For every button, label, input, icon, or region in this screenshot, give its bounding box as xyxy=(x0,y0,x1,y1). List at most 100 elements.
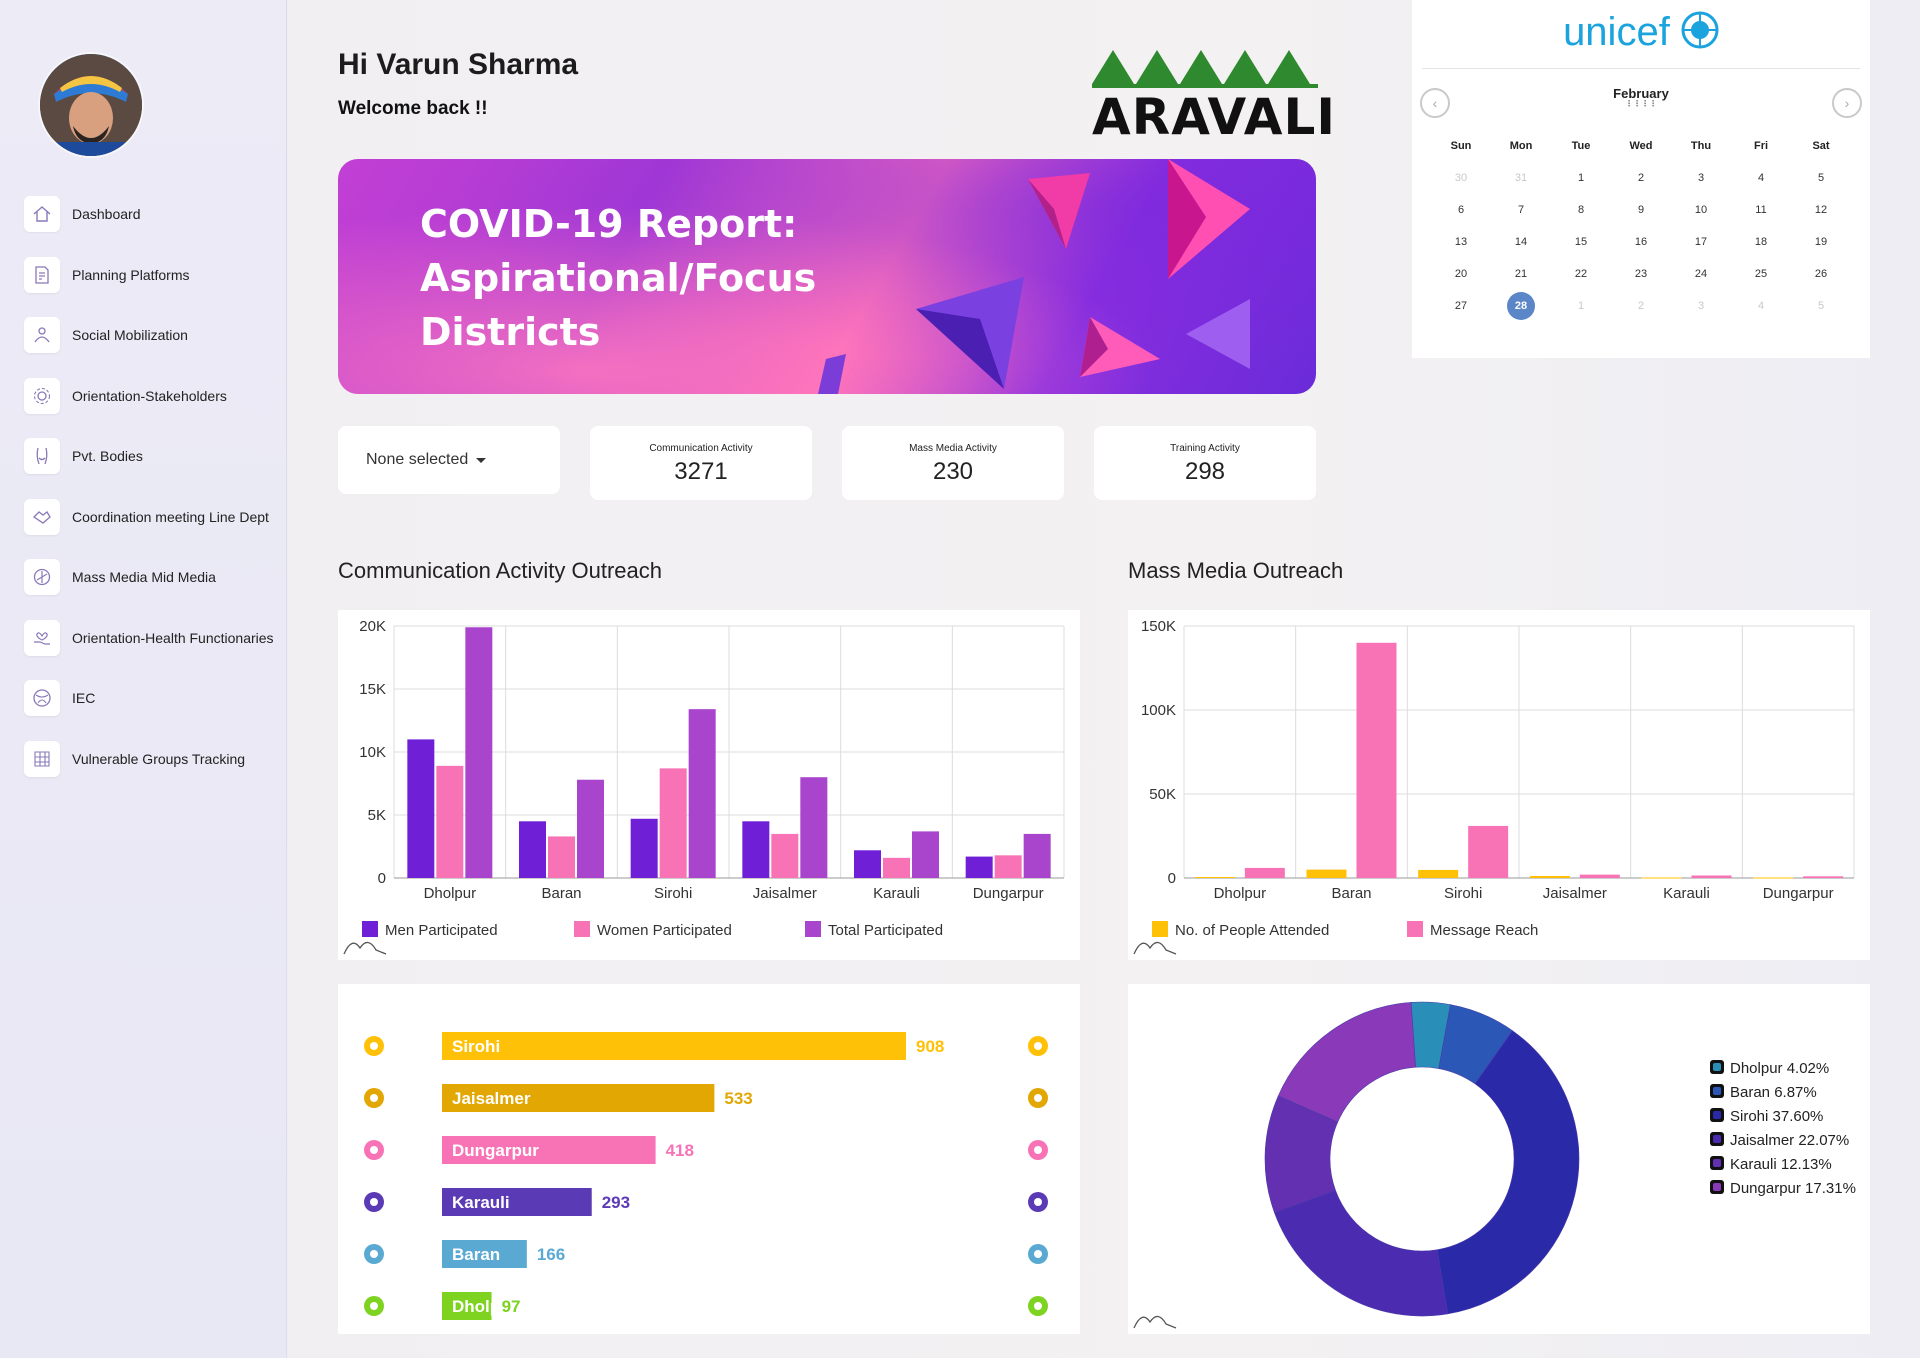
calendar-day[interactable]: 14 xyxy=(1491,236,1551,248)
bar-no-of-people-attended[interactable] xyxy=(1306,869,1347,878)
legend-item[interactable]: Baran 6.87% xyxy=(1710,1084,1817,1101)
bar-total-participated[interactable] xyxy=(1023,833,1051,878)
sidebar-item-vulnerable-groups-tracking[interactable]: Vulnerable Groups Tracking xyxy=(24,740,284,777)
calendar-day[interactable]: 7 xyxy=(1491,204,1551,216)
calendar-day[interactable]: 27 xyxy=(1431,300,1491,312)
calendar-day[interactable]: 12 xyxy=(1791,204,1851,216)
calendar-day[interactable]: 24 xyxy=(1671,268,1731,280)
calendar-day[interactable]: 1 xyxy=(1551,300,1611,312)
calendar-day[interactable]: 18 xyxy=(1731,236,1791,248)
legend-item[interactable]: Dholpur 4.02% xyxy=(1710,1060,1829,1077)
avatar[interactable] xyxy=(38,52,144,158)
bar-message-reach[interactable] xyxy=(1579,874,1620,878)
calendar-day[interactable]: 4 xyxy=(1731,300,1791,312)
unicef-globe-icon xyxy=(1681,11,1719,49)
calendar-day[interactable]: 31 xyxy=(1491,172,1551,184)
calendar-day[interactable]: 22 xyxy=(1551,268,1611,280)
bar-women-participated[interactable] xyxy=(883,857,910,878)
bar-women-participated[interactable] xyxy=(659,768,687,878)
bullet-icon-center xyxy=(1034,1146,1042,1154)
legend-item[interactable]: Dungarpur 17.31% xyxy=(1710,1180,1856,1197)
legend-item[interactable]: Women Participated xyxy=(574,921,732,939)
donut-slice[interactable] xyxy=(1277,1002,1416,1123)
calendar-day[interactable]: 3 xyxy=(1671,172,1731,184)
sidebar-item-label: Coordination meeting Line Dept xyxy=(72,508,269,525)
bar-no-of-people-attended[interactable] xyxy=(1529,875,1570,878)
calendar-day[interactable]: 26 xyxy=(1791,268,1851,280)
calendar-day[interactable]: 23 xyxy=(1611,268,1671,280)
bar-message-reach[interactable] xyxy=(1356,642,1397,878)
bar-total-participated[interactable] xyxy=(688,709,716,878)
bar-men-participated[interactable] xyxy=(407,739,435,878)
sidebar-item-pvt-bodies[interactable]: Pvt. Bodies xyxy=(24,438,284,474)
sidebar-item-social-mobilization[interactable]: Social Mobilization xyxy=(24,317,284,353)
legend-item[interactable]: Jaisalmer 22.07% xyxy=(1710,1132,1849,1149)
document-edit-icon xyxy=(24,256,60,293)
calendar-day[interactable]: 6 xyxy=(1431,204,1491,216)
calendar-day[interactable]: 10 xyxy=(1671,204,1731,216)
donut-slice[interactable] xyxy=(1274,1190,1449,1317)
calendar-day[interactable]: 5 xyxy=(1791,172,1851,184)
report-banner[interactable]: COVID-19 Report: Aspirational/Focus Dist… xyxy=(338,159,1316,394)
bar-men-participated[interactable] xyxy=(965,856,993,878)
calendar-day[interactable]: 28 xyxy=(1491,292,1551,320)
bar-message-reach[interactable] xyxy=(1468,825,1509,878)
bar-women-participated[interactable] xyxy=(548,836,575,878)
bar-no-of-people-attended[interactable] xyxy=(1418,869,1459,878)
sidebar-item-dashboard[interactable]: Dashboard xyxy=(24,196,284,232)
sidebar-item-orientation-health-functionaries[interactable]: Orientation-Health Functionaries xyxy=(24,619,284,656)
sidebar-item-orientation-stakeholders[interactable]: Orientation-Stakeholders xyxy=(24,377,284,414)
bar-total-participated[interactable] xyxy=(912,831,939,878)
bar-women-participated[interactable] xyxy=(994,855,1022,878)
legend-item[interactable]: Men Participated xyxy=(362,921,498,939)
district-bar-value: 97 xyxy=(502,1297,521,1316)
bar-men-participated[interactable] xyxy=(854,850,881,878)
sidebar-item-planning-platforms[interactable]: Planning Platforms xyxy=(24,256,284,293)
legend-item[interactable]: Sirohi 37.60% xyxy=(1710,1108,1823,1125)
calendar-day[interactable]: 8 xyxy=(1551,204,1611,216)
bar-message-reach[interactable] xyxy=(1803,876,1844,878)
bar-message-reach[interactable] xyxy=(1244,867,1285,878)
bar-total-participated[interactable] xyxy=(800,777,828,878)
bar-total-participated[interactable] xyxy=(465,627,493,878)
calendar-day[interactable]: 1 xyxy=(1551,172,1611,184)
calendar-day[interactable]: 2 xyxy=(1611,300,1671,312)
calendar-day[interactable]: 25 xyxy=(1731,268,1791,280)
sidebar-item-mass-media-mid-media[interactable]: Mass Media Mid Media xyxy=(24,559,284,595)
calendar-day[interactable]: 15 xyxy=(1551,236,1611,248)
bar-women-participated[interactable] xyxy=(436,765,464,878)
calendar-day[interactable]: 5 xyxy=(1791,300,1851,312)
calendar-day[interactable]: 16 xyxy=(1611,236,1671,248)
district-select[interactable]: None selected xyxy=(338,426,560,494)
bar-no-of-people-attended[interactable] xyxy=(1641,877,1682,879)
bar-message-reach[interactable] xyxy=(1691,875,1732,878)
bar-no-of-people-attended[interactable] xyxy=(1753,877,1794,879)
legend-item[interactable]: Total Participated xyxy=(805,921,943,939)
calendar-day[interactable]: 13 xyxy=(1431,236,1491,248)
calendar-day[interactable]: 30 xyxy=(1431,172,1491,184)
calendar-day[interactable]: 20 xyxy=(1431,268,1491,280)
x-tick-label: Dholpur xyxy=(1214,885,1267,902)
legend-item[interactable]: No. of People Attended xyxy=(1152,921,1329,939)
bar-men-participated[interactable] xyxy=(742,821,770,878)
calendar-day[interactable]: 2 xyxy=(1611,172,1671,184)
legend-item[interactable]: Message Reach xyxy=(1407,921,1538,939)
legend-swatch-inner xyxy=(1713,1183,1721,1191)
bar-no-of-people-attended[interactable] xyxy=(1194,876,1235,878)
calendar-day[interactable]: 21 xyxy=(1491,268,1551,280)
bar-women-participated[interactable] xyxy=(771,833,799,878)
calendar-day[interactable]: 4 xyxy=(1731,172,1791,184)
sidebar-item-iec[interactable]: IEC xyxy=(24,680,284,716)
calendar-day[interactable]: 17 xyxy=(1671,236,1731,248)
calendar-day[interactable]: 19 xyxy=(1791,236,1851,248)
district-bar[interactable] xyxy=(442,1032,906,1060)
sidebar-item-coordination-meeting-line-dept[interactable]: Coordination meeting Line Dept xyxy=(24,498,284,535)
calendar-day[interactable]: 3 xyxy=(1671,300,1731,312)
bar-men-participated[interactable] xyxy=(519,821,546,878)
bar-total-participated[interactable] xyxy=(577,779,604,878)
calendar-day[interactable]: 9 xyxy=(1611,204,1671,216)
bar-men-participated[interactable] xyxy=(630,818,658,878)
calendar-month[interactable]: February ⋮⋮⋮⋮ xyxy=(1412,86,1870,108)
calendar-day[interactable]: 11 xyxy=(1731,204,1791,216)
legend-item[interactable]: Karauli 12.13% xyxy=(1710,1156,1832,1173)
